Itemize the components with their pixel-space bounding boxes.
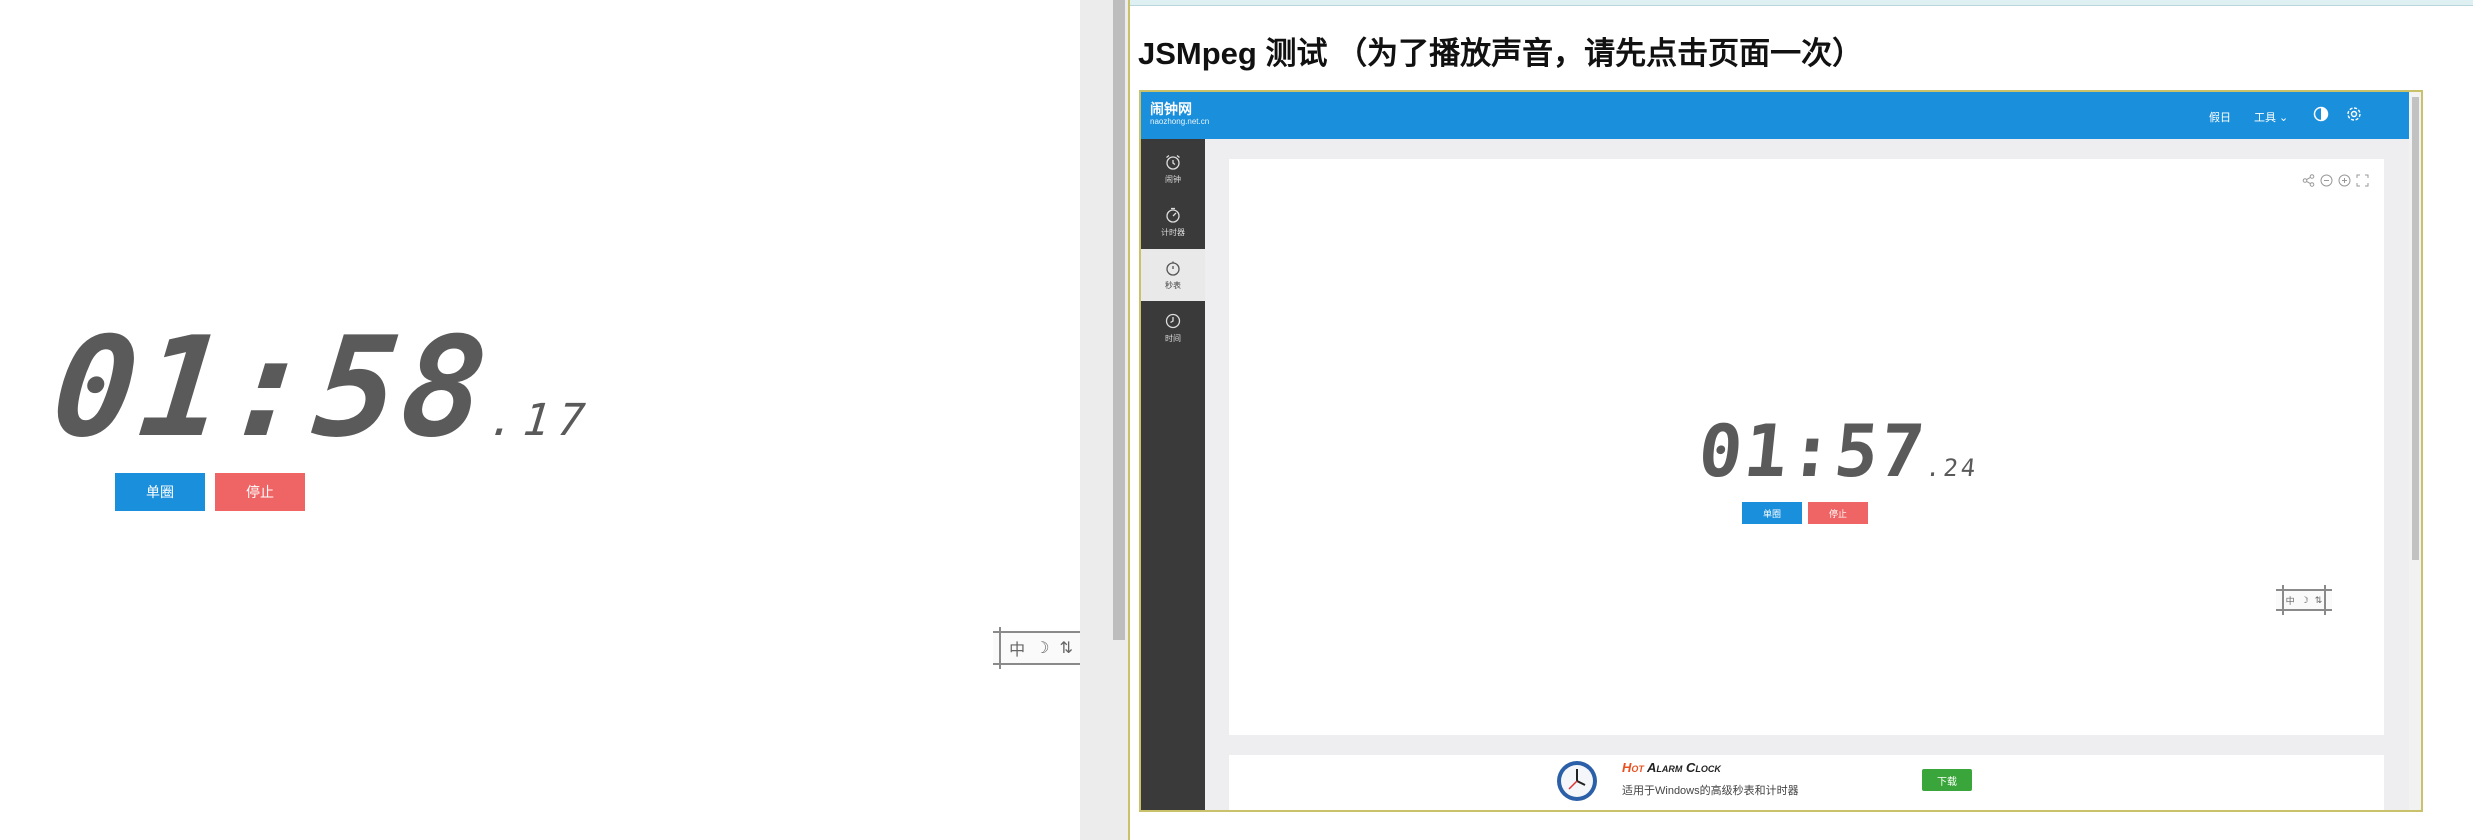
moon-icon: ☽ <box>1035 640 1050 657</box>
fullscreen-icon[interactable] <box>2355 173 2370 188</box>
page-title: JSMpeg 测试 （为了播放声音，请先点击页面一次） <box>1138 36 1864 71</box>
zoom-out-icon[interactable] <box>2319 173 2334 188</box>
nav-holiday[interactable]: 假日 <box>2209 109 2231 125</box>
stopwatch-time-main: 01:58 <box>45 307 498 468</box>
frame-scrollbar-thumb[interactable] <box>2412 97 2419 560</box>
ad-description: 适用于Windows的高级秒表和计时器 <box>1622 785 1799 797</box>
top-strip <box>1130 0 2473 6</box>
gear-icon[interactable] <box>2346 106 2362 122</box>
download-button[interactable]: 下载 <box>1922 769 1972 791</box>
ad-title: Hot Alarm Clock <box>1622 760 1721 775</box>
card-toolbar <box>2301 173 2370 188</box>
site-logo[interactable]: 闹钟网 naozhong.net.cn <box>1150 102 1209 127</box>
stopwatch-icon <box>1166 261 1180 276</box>
inner-time-fraction: .24 <box>1924 454 1980 482</box>
inner-mode-switch-widget[interactable]: 中 ☽ ⇅ <box>2276 585 2332 615</box>
ad-title-rest: Alarm Clock <box>1643 760 1721 775</box>
site-header: 闹钟网 naozhong.net.cn 假日 工具 ⌄ <box>1141 92 2409 139</box>
sidebar-item-label: 秒表 <box>1165 281 1181 290</box>
inner-stopwatch-display: 01:57.24 <box>1695 409 1980 493</box>
inner-time-main: 01:57 <box>1694 409 1931 493</box>
contrast-icon[interactable] <box>2313 106 2329 122</box>
stopwatch-card: 01:57.24 单圈 停止 <box>1229 159 2384 735</box>
chinese-mode-icon: 中 <box>2285 595 2295 606</box>
ad-title-hot: Hot <box>1622 760 1644 775</box>
share-icon[interactable] <box>2301 173 2316 188</box>
sidebar-item-label: 时间 <box>1165 334 1181 343</box>
clock-icon <box>1165 313 1181 329</box>
page-scrollbar-thumb[interactable] <box>1113 0 1125 640</box>
lap-button[interactable]: 单圈 <box>115 473 205 511</box>
chinese-mode-icon: 中 <box>1009 642 1026 659</box>
video-frame[interactable]: 闹钟网 naozhong.net.cn 假日 工具 ⌄ 闹钟 计时器 秒表 时间… <box>1139 90 2423 812</box>
sidebar-item-time[interactable]: 时间 <box>1141 302 1205 354</box>
swap-icon: ⇅ <box>2314 594 2323 605</box>
frame-scrollbar-track[interactable] <box>2409 92 2421 810</box>
left-stopwatch-pane: 01:58.17 单圈 停止 中 ☽ ⇅ <box>0 0 1089 840</box>
ad-banner[interactable]: Hot Alarm Clock 适用于Windows的高级秒表和计时器 下载 <box>1229 755 2384 810</box>
sidebar-item-label: 计时器 <box>1161 228 1185 237</box>
timer-icon <box>1166 207 1180 223</box>
alarm-clock-icon <box>1166 154 1180 170</box>
jsmpeg-test-pane: JSMpeg 测试 （为了播放声音，请先点击页面一次） 闹钟网 naozhong… <box>1130 0 2473 840</box>
site-name: 闹钟网 <box>1150 101 1192 117</box>
alarm-clock-app-icon <box>1557 761 1597 801</box>
inner-stop-button[interactable]: 停止 <box>1808 502 1868 524</box>
stop-button[interactable]: 停止 <box>215 473 305 511</box>
sidebar: 闹钟 计时器 秒表 时间 <box>1141 139 1205 810</box>
nav-tools[interactable]: 工具 ⌄ <box>2254 109 2288 125</box>
sidebar-item-timer[interactable]: 计时器 <box>1141 196 1205 248</box>
zoom-in-icon[interactable] <box>2337 173 2352 188</box>
sidebar-item-stopwatch[interactable]: 秒表 <box>1141 249 1205 301</box>
sidebar-item-label: 闹钟 <box>1165 175 1181 184</box>
stopwatch-display: 01:58.17 <box>46 307 596 468</box>
moon-icon: ☽ <box>2300 594 2309 605</box>
sidebar-item-alarm[interactable]: 闹钟 <box>1141 143 1205 195</box>
stopwatch-time-fraction: .17 <box>486 395 596 446</box>
inner-lap-button[interactable]: 单圈 <box>1742 502 1802 524</box>
swap-icon: ⇅ <box>1059 640 1073 657</box>
mode-switch-widget[interactable]: 中 ☽ ⇅ <box>993 627 1089 669</box>
site-domain: naozhong.net.cn <box>1150 117 1210 126</box>
